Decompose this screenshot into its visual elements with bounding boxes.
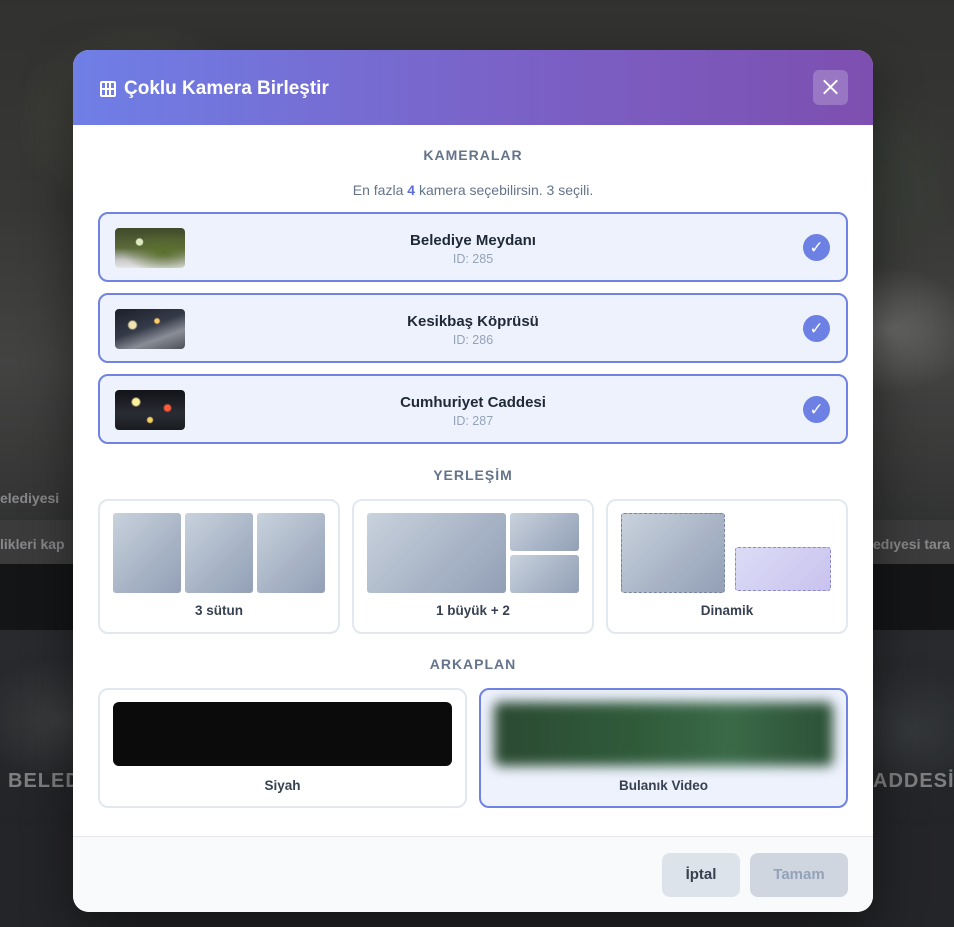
multi-camera-dialog: Çoklu Kamera Birleştir KAMERALAR En fazl… <box>73 50 873 912</box>
layout-preview-tile <box>257 513 325 593</box>
background-option-black[interactable]: Siyah <box>98 688 467 808</box>
cameras-section-title: KAMERALAR <box>423 147 523 163</box>
layout-option-dynamic[interactable]: Dinamik <box>606 499 848 634</box>
background-option-blurred-video[interactable]: Bulanık Video <box>479 688 848 808</box>
layout-label: Dinamik <box>700 603 754 618</box>
layout-preview-tile <box>113 513 181 593</box>
camera-id: ID: 285 <box>452 252 494 266</box>
background-section-title: ARKAPLAN <box>429 656 517 672</box>
camera-id: ID: 287 <box>452 414 494 428</box>
layout-preview-tile <box>367 513 506 593</box>
layout-section-title: YERLEŞİM <box>433 467 513 483</box>
dialog-header: Çoklu Kamera Birleştir <box>73 50 873 125</box>
camera-item-kesikbas-koprusu[interactable]: Kesikbaş Köprüsü ID: 286 ✓ <box>98 293 848 363</box>
hint-prefix: En fazla <box>352 182 404 198</box>
background-label: Bulanık Video <box>618 778 709 793</box>
background-swatch <box>113 702 452 766</box>
ok-button[interactable]: Tamam <box>750 853 848 897</box>
camera-name: Cumhuriyet Caddesi <box>400 394 546 411</box>
camera-name: Kesikbaş Köprüsü <box>407 313 539 330</box>
camera-selection-hint: En fazla 4 kamera seçebilirsin. 3 seçili… <box>73 182 873 198</box>
background-label: Siyah <box>264 778 301 793</box>
grid-icon <box>100 81 116 97</box>
dialog-footer: İptal Tamam <box>73 836 873 912</box>
hint-suffix: kamera seçebilirsin. 3 seçili. <box>418 182 594 198</box>
camera-name: Belediye Meydanı <box>410 232 536 249</box>
cancel-button[interactable]: İptal <box>662 853 740 897</box>
camera-item-cumhuriyet-caddesi[interactable]: Cumhuriyet Caddesi ID: 287 ✓ <box>98 374 848 444</box>
camera-item-belediye-meydani[interactable]: Belediye Meydanı ID: 285 ✓ <box>98 212 848 282</box>
hint-max-count: 4 <box>407 182 416 198</box>
layout-preview-tile <box>621 513 725 593</box>
camera-id: ID: 286 <box>452 333 494 347</box>
layout-preview-tile <box>510 555 579 593</box>
layout-label: 3 sütun <box>194 603 243 618</box>
layout-label: 1 büyük + 2 <box>436 603 510 618</box>
check-icon[interactable]: ✓ <box>803 396 830 423</box>
layout-preview-tile <box>510 513 579 551</box>
check-icon[interactable]: ✓ <box>803 315 830 342</box>
layout-preview-tile <box>735 547 831 591</box>
layout-option-3-columns[interactable]: 3 sütun <box>98 499 340 634</box>
close-button[interactable] <box>813 70 848 105</box>
dialog-title: Çoklu Kamera Birleştir <box>124 78 329 99</box>
layout-option-1-big-2[interactable]: 1 büyük + 2 <box>352 499 594 634</box>
background-swatch <box>494 702 833 766</box>
layout-preview-tile <box>185 513 253 593</box>
check-icon[interactable]: ✓ <box>803 234 830 261</box>
